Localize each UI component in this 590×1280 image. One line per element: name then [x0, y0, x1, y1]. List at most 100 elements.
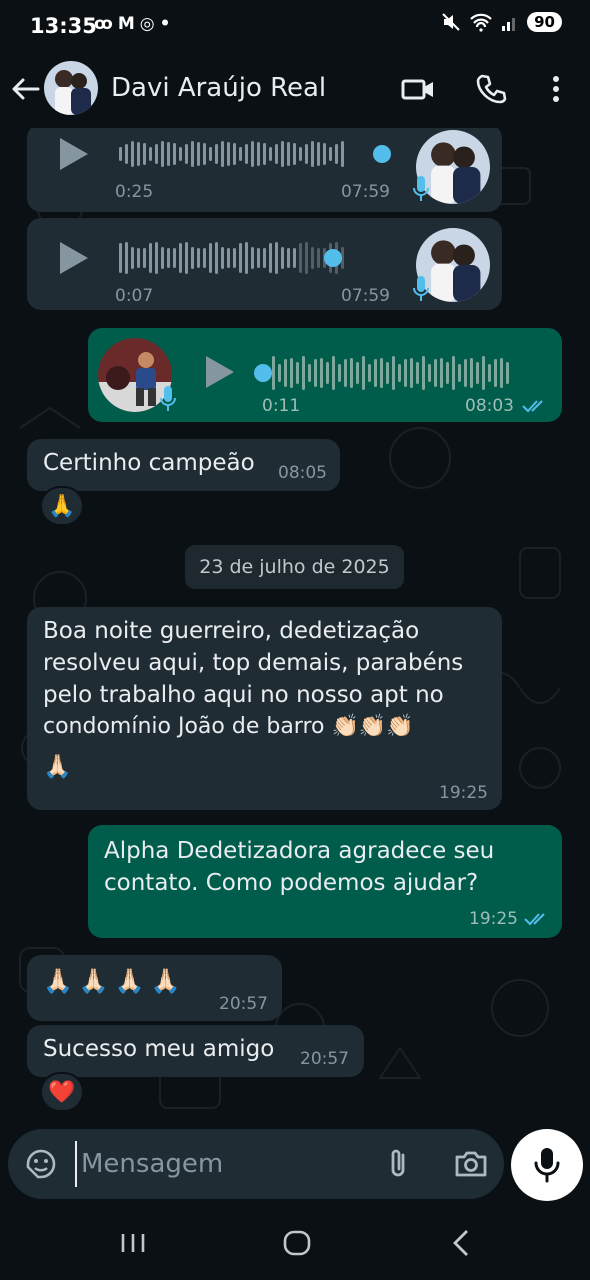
sticker-icon[interactable] [23, 1146, 59, 1182]
waveform-bar [131, 247, 134, 269]
waveform-bar [422, 356, 425, 390]
audio-progress-handle[interactable] [373, 145, 391, 163]
voice-record-button[interactable] [511, 1129, 583, 1201]
waveform-bar [239, 147, 242, 161]
audio-waveform[interactable] [272, 353, 509, 393]
waveform-bar [329, 147, 332, 161]
date-separator: 23 de julho de 2025 [185, 545, 404, 589]
waveform-bar [374, 359, 377, 387]
waveform-bar [257, 248, 260, 268]
waveform-bar [215, 144, 218, 164]
waveform-bar [197, 142, 200, 166]
status-time: 13:35 [30, 14, 97, 38]
waveform-bar [149, 147, 152, 161]
waveform-bar [398, 364, 401, 382]
waveform-bar [233, 143, 236, 165]
audio-position: 0:25 [115, 182, 154, 202]
audio-position: 0:07 [115, 286, 154, 306]
waveform-bar [476, 362, 479, 384]
waveform-bar [137, 142, 140, 166]
home-icon[interactable] [280, 1226, 314, 1260]
waveform-bar [137, 248, 140, 268]
waveform-bar [125, 242, 128, 274]
waveform-bar [356, 362, 359, 384]
waveform-bar [173, 248, 176, 268]
audio-waveform[interactable] [119, 238, 344, 278]
waveform-bar [404, 359, 407, 387]
message-input[interactable] [75, 1141, 365, 1187]
mic-icon [160, 386, 176, 411]
waveform-bar [251, 247, 254, 269]
waveform-bar [284, 359, 287, 387]
waveform-bar [278, 364, 281, 382]
waveform-bar [149, 243, 152, 273]
waveform-bar [311, 141, 314, 167]
waveform-bar [299, 147, 302, 161]
waveform-bar [386, 362, 389, 384]
status-right: 90 [441, 12, 562, 32]
waveform-bar [488, 364, 491, 382]
waveform-bar [506, 362, 509, 384]
waveform-bar [299, 243, 302, 273]
waveform-bar [305, 242, 308, 274]
audio-progress-handle[interactable] [254, 364, 272, 382]
play-icon[interactable] [206, 356, 234, 388]
waveform-bar [500, 358, 503, 388]
waveform-bar [362, 356, 365, 390]
back-icon[interactable] [445, 1226, 479, 1260]
waveform-bar [317, 142, 320, 166]
play-icon[interactable] [60, 138, 88, 170]
play-icon[interactable] [60, 242, 88, 274]
audio-waveform[interactable] [119, 134, 344, 174]
waveform-bar [452, 356, 455, 390]
mute-icon [442, 13, 460, 31]
audio-duration: 08:03 [465, 396, 514, 416]
waveform-bar [314, 359, 317, 387]
audio-duration: 07:59 [341, 286, 390, 306]
video-call-icon[interactable] [400, 71, 436, 107]
contact-avatar[interactable] [44, 61, 98, 115]
waveform-bar [482, 356, 485, 390]
chat-area[interactable]: 0:25 07:59 0:07 07:59 0:11 08:03 Certinh… [0, 128, 590, 1126]
waveform-bar [464, 359, 467, 387]
wifi-icon [470, 13, 492, 32]
waveform-bar [221, 247, 224, 269]
waveform-bar [458, 364, 461, 382]
attach-icon[interactable] [381, 1146, 417, 1182]
message-time: 20:57 [300, 1049, 349, 1069]
waveform-bar [203, 248, 206, 268]
waveform-bar [179, 243, 182, 273]
waveform-bar [269, 243, 272, 273]
waveform-bar [227, 142, 230, 166]
waveform-bar [287, 142, 290, 166]
text-message-outgoing: Alpha Dedetizadora agradece seu contato.… [88, 825, 562, 938]
waveform-bar [293, 248, 296, 268]
waveform-bar [302, 356, 305, 390]
waveform-bar [251, 141, 254, 167]
recent-apps-icon[interactable] [116, 1226, 150, 1260]
audio-progress-handle[interactable] [324, 249, 342, 267]
waveform-bar [263, 143, 266, 165]
waveform-bar [263, 248, 266, 268]
read-ticks-icon [522, 400, 543, 413]
text-message-incoming: Sucesso meu amigo 20:57 [27, 1025, 364, 1077]
back-arrow-icon[interactable] [8, 72, 42, 106]
waveform-bar [428, 364, 431, 382]
more-options-icon[interactable] [538, 71, 574, 107]
voice-call-icon[interactable] [473, 71, 509, 107]
camera-icon[interactable] [453, 1146, 489, 1182]
waveform-bar [191, 141, 194, 167]
system-nav-bar [0, 1206, 590, 1280]
waveform-bar [155, 242, 158, 274]
waveform-bar [470, 358, 473, 388]
waveform-bar [305, 144, 308, 164]
waveform-bar [221, 141, 224, 167]
message-text: 🙏🏻🙏🏻🙏🏻🙏🏻 [43, 967, 187, 995]
message-reaction[interactable]: ❤️ [40, 1072, 84, 1112]
waveform-bar [125, 144, 128, 164]
contact-name[interactable]: Davi Araújo Real [111, 73, 326, 103]
message-reaction[interactable]: 🙏 [40, 486, 84, 526]
waveform-bar [323, 143, 326, 165]
waveform-bar [161, 247, 164, 269]
waveform-bar [335, 144, 338, 164]
